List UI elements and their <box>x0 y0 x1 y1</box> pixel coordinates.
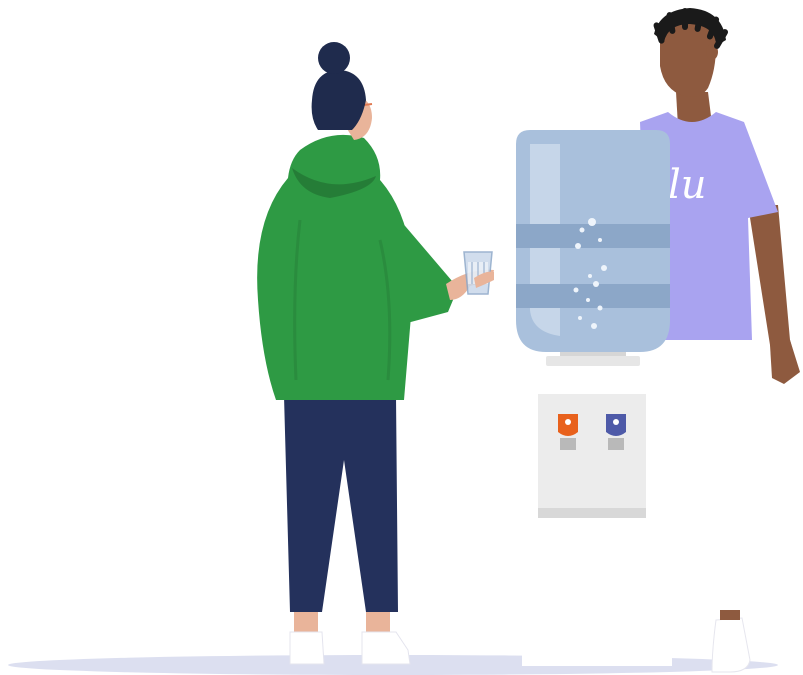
jug-ring-upper <box>516 224 670 248</box>
woman-pants <box>284 396 398 612</box>
woman-hair <box>311 70 366 130</box>
hot-tap-icon <box>558 414 578 450</box>
woman-figure <box>257 42 494 665</box>
dispenser-body <box>538 394 646 514</box>
woman-hair-bun <box>318 42 350 74</box>
water-cooler-scene: lu <box>8 8 800 675</box>
cold-tap-icon <box>606 414 626 450</box>
shirt-logo: lu <box>668 162 707 208</box>
jug-ring-lower <box>516 284 670 308</box>
man-shoe <box>711 617 751 673</box>
woman-shoe-right <box>361 631 411 665</box>
water-cooler-icon <box>516 130 672 666</box>
woman-shoe-left <box>289 631 325 665</box>
